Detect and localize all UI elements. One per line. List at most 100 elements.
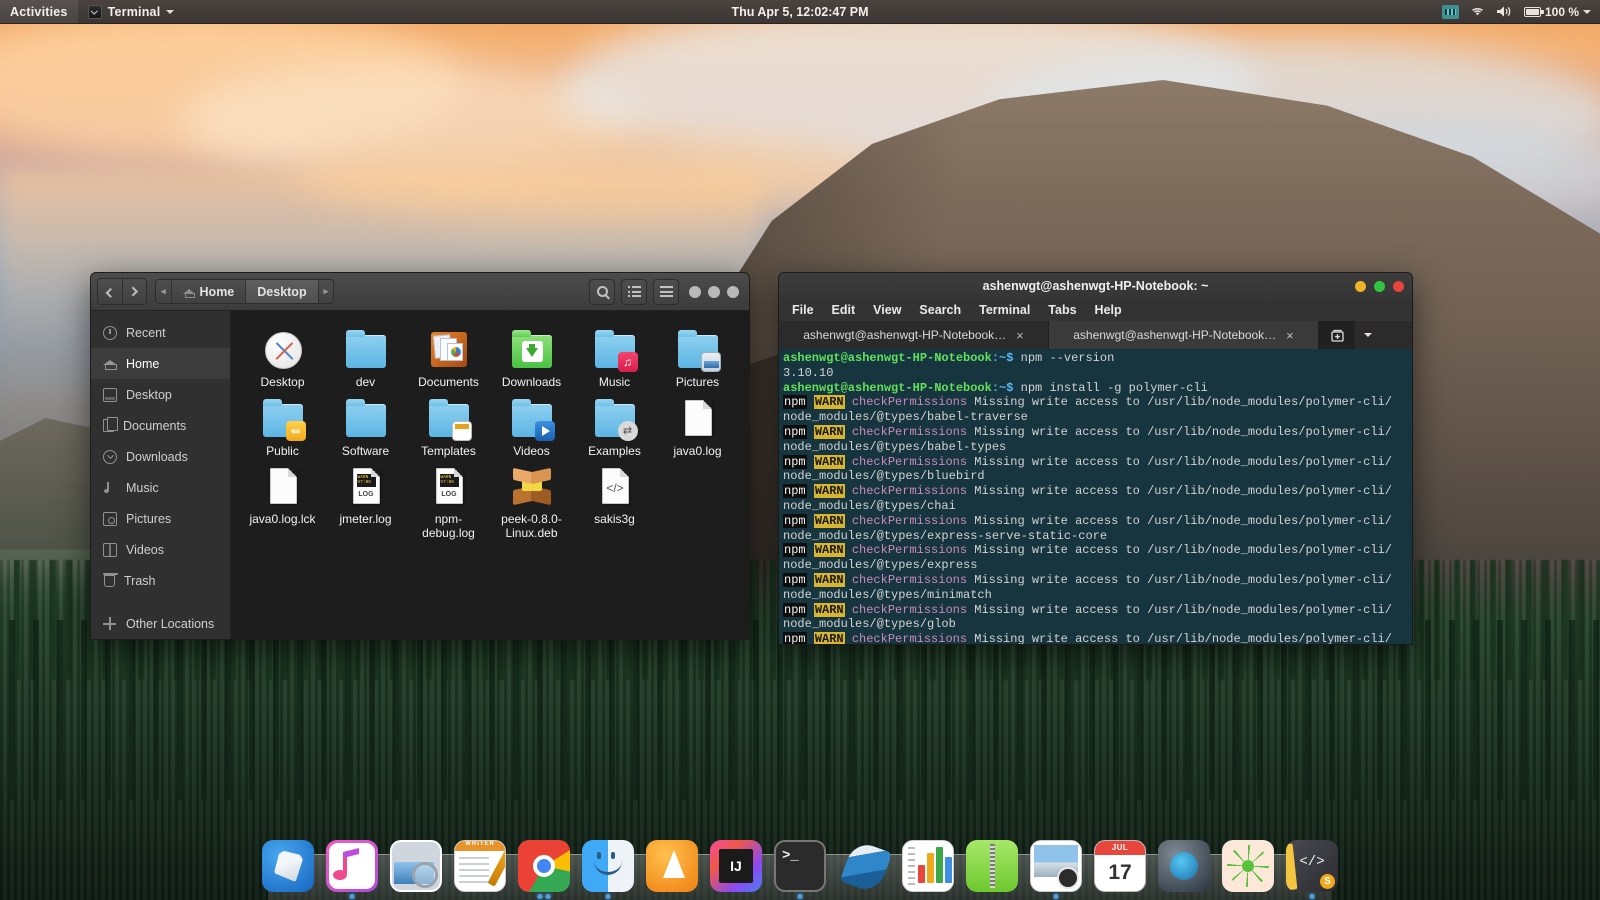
plus-icon <box>103 617 117 631</box>
close-button[interactable] <box>727 285 739 298</box>
breadcrumb-scroll-right[interactable]: ▸ <box>317 280 334 303</box>
file-item[interactable]: Downloads <box>490 325 573 390</box>
sidebar-item-desktop[interactable]: Desktop <box>91 379 230 410</box>
battery-indicator[interactable]: 100 % <box>1523 5 1591 19</box>
tab-label: ashenwgt@ashenwgt-HP-Notebook… <box>803 328 1007 342</box>
minimize-button[interactable] <box>1355 280 1366 292</box>
menu-search[interactable]: Search <box>916 302 964 318</box>
menu-edit[interactable]: Edit <box>829 302 859 318</box>
dock-item-charts[interactable] <box>900 838 956 894</box>
sidebar-item-music[interactable]: Music <box>91 472 230 503</box>
dock-item-code-editor[interactable]: S <box>1284 838 1340 899</box>
new-tab-button[interactable] <box>1319 321 1355 349</box>
back-button[interactable] <box>98 279 122 304</box>
file-item[interactable]: WARN V7:06 LOG npm-debug.log <box>407 462 490 540</box>
menu-help[interactable]: Help <box>1092 302 1125 318</box>
sidebar-item-pictures[interactable]: Pictures <box>91 503 230 534</box>
dock-item-shutter[interactable] <box>836 838 892 894</box>
close-icon[interactable]: × <box>1016 328 1024 343</box>
file-label: java0.log.lck <box>249 512 316 526</box>
minimize-button[interactable] <box>689 285 701 298</box>
dock-item-chrome[interactable] <box>516 838 572 899</box>
file-item[interactable]: Templates <box>407 394 490 459</box>
terminal-window[interactable]: ashenwgt@ashenwgt-HP-Notebook: ~ File Ed… <box>778 272 1413 645</box>
volume-icon[interactable] <box>1496 5 1513 18</box>
file-label: Examples <box>588 443 641 458</box>
tab-menu-button[interactable] <box>1355 321 1381 349</box>
breadcrumb-scroll-left[interactable]: ◂ <box>156 280 171 303</box>
calendar-day: 17 <box>1108 861 1132 884</box>
file-item[interactable]: WARN V7:06 LOG jmeter.log <box>324 462 407 540</box>
maximize-button[interactable] <box>1374 280 1385 292</box>
log-badge-label: LOG <box>358 491 374 498</box>
dock-item-intellij-idea[interactable]: IJ <box>708 838 764 894</box>
menu-terminal[interactable]: Terminal <box>976 302 1033 318</box>
file-item[interactable]: java0.log.lck <box>241 462 324 540</box>
file-label: npm-debug.log <box>422 512 475 540</box>
network-icon[interactable] <box>1441 4 1459 19</box>
dock-item-quicktime[interactable] <box>1156 838 1212 894</box>
dock-item-eagle-browser[interactable] <box>260 838 316 894</box>
dock-item-vlc[interactable] <box>644 838 700 894</box>
view-toggle-button[interactable] <box>621 278 647 305</box>
file-item[interactable]: peek-0.8.0-Linux.deb <box>490 462 573 540</box>
terminal-tab-1[interactable]: ashenwgt@ashenwgt-HP-Notebook… × <box>779 321 1049 349</box>
file-item[interactable]: Software <box>324 394 407 459</box>
file-item[interactable]: ♫ Music <box>573 325 656 390</box>
documents-folder-icon <box>426 327 472 373</box>
activities-button[interactable]: Activities <box>0 0 78 23</box>
sidebar-item-home[interactable]: Home <box>91 348 230 379</box>
running-indicator <box>1309 894 1315 899</box>
sidebar-item-downloads[interactable]: Downloads <box>91 441 230 472</box>
dock-item-archive-manager[interactable] <box>964 838 1020 894</box>
dock-item-calendar[interactable]: JUL 17 <box>1092 838 1148 894</box>
app-menu-button[interactable]: Terminal <box>78 0 185 23</box>
breadcrumb-item-desktop[interactable]: Desktop <box>245 280 318 303</box>
dock-item-brightness[interactable] <box>1220 838 1276 894</box>
file-item[interactable]: Pictures <box>656 325 739 390</box>
sidebar-item-recent[interactable]: Recent <box>91 317 230 348</box>
finder-icon <box>582 840 634 892</box>
menu-tabs[interactable]: Tabs <box>1045 302 1079 318</box>
terminal-output[interactable]: ashenwgt@ashenwgt-HP-Notebook:~$ npm --v… <box>779 349 1412 644</box>
file-grid: Desktop dev Documents Downloads ♫ Music … <box>231 311 749 639</box>
file-item[interactable]: dev <box>324 325 407 390</box>
activities-label: Activities <box>10 4 68 19</box>
terminal-tab-2[interactable]: ashenwgt@ashenwgt-HP-Notebook… × <box>1049 321 1319 349</box>
dock-item-writer[interactable]: WRITER <box>452 838 508 894</box>
menu-file[interactable]: File <box>789 302 817 318</box>
wifi-icon[interactable] <box>1470 5 1485 18</box>
file-label: Public <box>266 443 299 458</box>
chevron-down-icon <box>1583 9 1591 14</box>
blank-page-icon <box>260 464 306 510</box>
file-item[interactable]: Videos <box>490 394 573 459</box>
search-button[interactable] <box>589 278 615 305</box>
pictures-icon <box>103 511 117 526</box>
menu-view[interactable]: View <box>870 302 904 318</box>
file-manager-window[interactable]: ◂ Home Desktop ▸ Recent Home Desktop Doc… <box>90 272 750 640</box>
close-icon[interactable]: × <box>1286 328 1294 343</box>
close-button[interactable] <box>1393 280 1404 292</box>
dock-item-itunes[interactable] <box>324 838 380 899</box>
forward-button[interactable] <box>122 279 146 304</box>
dock-item-terminal[interactable]: >_ <box>772 838 828 899</box>
file-item[interactable]: Documents <box>407 325 490 390</box>
window-controls <box>685 285 743 298</box>
file-label: Documents <box>418 375 479 389</box>
file-item[interactable]: </> sakis3g <box>573 462 656 540</box>
sidebar-item-videos[interactable]: Videos <box>91 534 230 565</box>
file-item[interactable]: ⇚ Public <box>241 394 324 459</box>
clock-button[interactable]: Thu Apr 5, 12:02:47 PM <box>670 5 930 19</box>
dock-item-finder[interactable] <box>580 838 636 899</box>
maximize-button[interactable] <box>708 285 720 298</box>
dock-item-photo-viewer[interactable] <box>388 838 444 894</box>
sidebar-item-trash[interactable]: Trash <box>91 565 230 596</box>
app-menu-button[interactable] <box>653 278 679 305</box>
sidebar-item-documents[interactable]: Documents <box>91 410 230 441</box>
file-item[interactable]: java0.log <box>656 394 739 459</box>
sidebar-item-other-locations[interactable]: Other Locations <box>91 608 230 639</box>
file-item[interactable]: Desktop <box>241 325 324 390</box>
dock-item-screenshot[interactable] <box>1028 838 1084 899</box>
breadcrumb-item-home[interactable]: Home <box>170 280 246 303</box>
file-item[interactable]: ⇄ Examples <box>573 394 656 459</box>
